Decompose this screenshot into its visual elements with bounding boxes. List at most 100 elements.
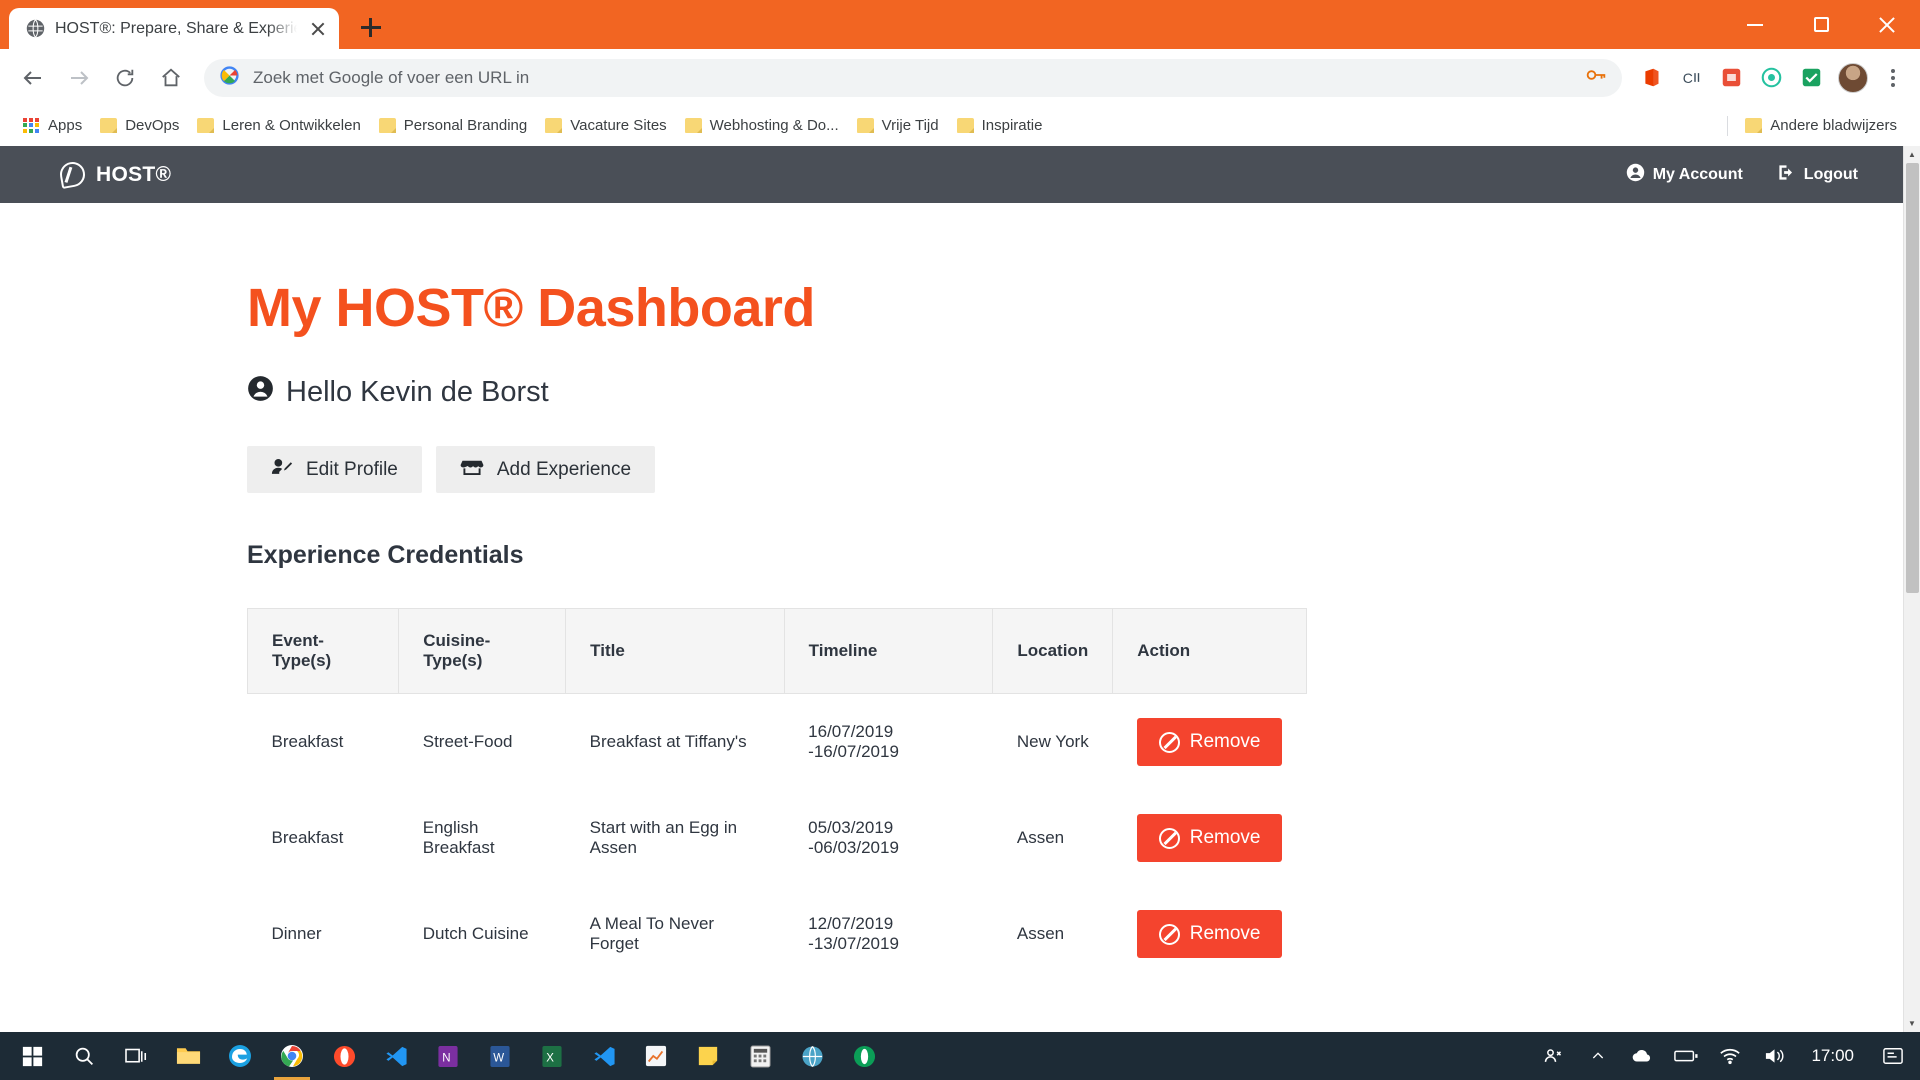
vscode-icon[interactable] xyxy=(370,1032,422,1080)
remove-button[interactable]: Remove xyxy=(1136,910,1283,958)
circle-icon[interactable] xyxy=(1754,61,1788,95)
bookmark-leren-ontwikkelen[interactable]: Leren & Ontwikkelen xyxy=(188,113,369,138)
page-scrollbar[interactable]: ▲ ▼ xyxy=(1903,146,1920,1032)
section-title: Experience Credentials xyxy=(247,541,524,569)
windows-taskbar: N W X 17:00 xyxy=(0,1032,1920,1080)
office-icon[interactable] xyxy=(1634,61,1668,95)
nav-my-account[interactable]: My Account xyxy=(1626,163,1743,187)
cell-title: Breakfast at Tiffany's xyxy=(589,732,747,751)
people-icon[interactable] xyxy=(1537,1032,1569,1080)
back-arrow-icon[interactable] xyxy=(12,57,54,99)
opera-icon[interactable] xyxy=(318,1032,370,1080)
nav-logout[interactable]: Logout xyxy=(1777,163,1858,187)
table-body: Breakfast Street-Food Breakfast at Tiffa… xyxy=(248,694,1307,983)
user-edit-icon xyxy=(271,457,293,482)
onenote-icon[interactable]: N xyxy=(422,1032,474,1080)
vscode-insiders-icon[interactable] xyxy=(578,1032,630,1080)
bookmark-vacature-sites[interactable]: Vacature Sites xyxy=(536,113,675,138)
cell-action: Remove xyxy=(1113,790,1307,886)
bookmark-label: Personal Branding xyxy=(403,117,528,134)
svg-text:C: C xyxy=(1682,70,1692,86)
calculator-icon[interactable] xyxy=(734,1032,786,1080)
forward-arrow-icon[interactable] xyxy=(58,57,100,99)
wifi-icon[interactable] xyxy=(1715,1032,1745,1080)
notification-icon[interactable] xyxy=(1876,1032,1910,1080)
web-page: HOST® My Account Logout My HOST® Dashboa… xyxy=(0,146,1903,1032)
chrome-icon[interactable] xyxy=(266,1032,318,1080)
sticky-notes-icon[interactable] xyxy=(682,1032,734,1080)
site-logo[interactable]: HOST® xyxy=(58,160,171,189)
bookmark-inspiratie[interactable]: Inspiratie xyxy=(948,113,1052,138)
edit-profile-button[interactable]: Edit Profile xyxy=(247,446,422,493)
reload-icon[interactable] xyxy=(104,57,146,99)
cell-timeline: 12/07/2019 -13/07/2019 xyxy=(808,914,899,953)
home-icon[interactable] xyxy=(150,57,192,99)
word-icon[interactable]: W xyxy=(474,1032,526,1080)
cell-timeline: 05/03/2019 -06/03/2019 xyxy=(808,818,899,857)
bookmark-other[interactable]: Andere bladwijzers xyxy=(1736,113,1906,138)
remove-button[interactable]: Remove xyxy=(1136,814,1283,862)
file-explorer-icon[interactable] xyxy=(162,1032,214,1080)
browser-tab[interactable]: HOST®: Prepare, Share & Experie xyxy=(9,8,339,49)
folder-icon xyxy=(545,118,563,133)
kebab-menu-icon[interactable] xyxy=(1878,68,1908,87)
column-header-title: Title xyxy=(565,608,785,694)
volume-icon[interactable] xyxy=(1759,1032,1789,1080)
bookmark-apps[interactable]: Apps xyxy=(14,113,91,138)
opera-gx-icon[interactable] xyxy=(838,1032,890,1080)
minimize-icon[interactable] xyxy=(1722,0,1788,49)
table-row: Breakfast Street-Food Breakfast at Tiffa… xyxy=(248,694,1307,791)
folder-icon xyxy=(100,118,118,133)
ban-icon xyxy=(1158,827,1180,849)
taskbar-clock[interactable]: 17:00 xyxy=(1803,1046,1862,1066)
task-view-icon[interactable] xyxy=(110,1032,162,1080)
c-sharp-icon[interactable]: C xyxy=(1674,61,1708,95)
battery-icon[interactable] xyxy=(1671,1032,1701,1080)
close-icon[interactable] xyxy=(307,18,329,40)
greeting-text: Hello Kevin de Borst xyxy=(286,376,549,408)
address-bar[interactable]: Zoek met Google of voer een URL in xyxy=(204,58,1622,97)
folder-icon xyxy=(856,118,874,133)
svg-text:W: W xyxy=(493,1052,504,1064)
bookmark-vrije-tijd[interactable]: Vrije Tijd xyxy=(848,113,948,138)
search-input[interactable]: Zoek met Google of voer een URL in xyxy=(253,68,1572,88)
scroll-down-arrow-icon[interactable]: ▼ xyxy=(1904,1015,1920,1032)
windows-start-icon[interactable] xyxy=(6,1032,58,1080)
cloud-icon[interactable] xyxy=(1627,1032,1657,1080)
chevron-up-icon[interactable] xyxy=(1583,1032,1613,1080)
folder-icon xyxy=(378,118,396,133)
chart-app-icon[interactable] xyxy=(630,1032,682,1080)
globe-app-icon[interactable] xyxy=(786,1032,838,1080)
remove-button[interactable]: Remove xyxy=(1136,718,1283,766)
bookmark-devops[interactable]: DevOps xyxy=(91,113,188,138)
edge-icon[interactable] xyxy=(214,1032,266,1080)
bookmark-personal-branding[interactable]: Personal Branding xyxy=(370,113,536,138)
bookmark-label: Leren & Ontwikkelen xyxy=(222,117,361,134)
puzzle-icon[interactable] xyxy=(1714,61,1748,95)
scrollbar-thumb[interactable] xyxy=(1905,163,1919,593)
bookmark-label: Vrije Tijd xyxy=(881,117,939,134)
tab-title: HOST®: Prepare, Share & Experie xyxy=(55,19,297,37)
scroll-up-arrow-icon[interactable]: ▲ xyxy=(1904,146,1920,163)
table-row: Breakfast English Breakfast Start with a… xyxy=(248,790,1307,886)
search-icon[interactable] xyxy=(58,1032,110,1080)
avatar[interactable] xyxy=(1838,62,1868,93)
window-controls xyxy=(1722,0,1920,49)
key-icon[interactable] xyxy=(1586,66,1608,89)
bookmark-webhosting[interactable]: Webhosting & Do... xyxy=(676,113,848,138)
cell-cuisine-type: Dutch Cuisine xyxy=(422,924,529,943)
cell-cuisine-type: Street-Food xyxy=(422,732,513,751)
new-tab-button[interactable] xyxy=(351,7,391,47)
scrollbar-track[interactable] xyxy=(1904,163,1920,1015)
maximize-icon[interactable] xyxy=(1788,0,1854,49)
add-experience-button[interactable]: Add Experience xyxy=(435,446,656,493)
close-icon[interactable] xyxy=(1854,0,1920,49)
cell-cuisine-type: English Breakfast xyxy=(422,818,495,857)
checkmark-icon[interactable] xyxy=(1794,61,1828,95)
column-header-location: Location xyxy=(992,608,1114,694)
page-title: My HOST® Dashboard xyxy=(247,278,815,338)
tab-strip: HOST®: Prepare, Share & Experie xyxy=(0,0,1920,49)
excel-icon[interactable]: X xyxy=(526,1032,578,1080)
ban-icon xyxy=(1158,731,1180,753)
system-tray: 17:00 xyxy=(1537,1032,1914,1080)
